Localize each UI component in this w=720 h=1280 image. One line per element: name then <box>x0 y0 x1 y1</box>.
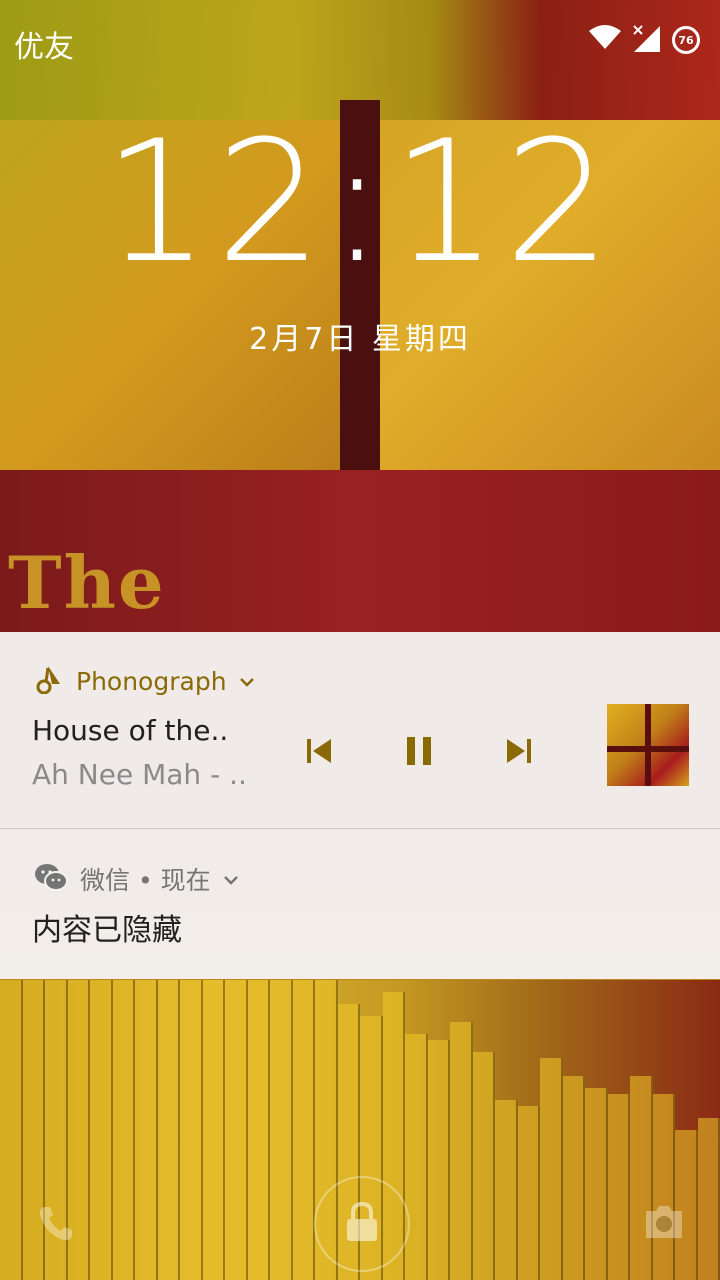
visualizer-bar <box>202 980 225 1280</box>
pause-icon[interactable] <box>402 734 436 768</box>
lockscreen: The 优友 76 12:12 2月7日 星期四 Phonograph Hous… <box>0 0 720 1280</box>
visualizer-bar <box>607 1094 630 1280</box>
media-controls <box>302 734 536 768</box>
visualizer-bar <box>157 980 180 1280</box>
status-bar: 优友 76 <box>0 0 720 80</box>
visualizer-bar <box>472 1052 495 1280</box>
lockscreen-clock: 12:12 <box>102 104 618 300</box>
next-icon[interactable] <box>502 734 536 768</box>
visualizer-bar <box>517 1106 540 1280</box>
visualizer-bar <box>495 1100 518 1280</box>
chevron-down-icon[interactable] <box>239 672 255 691</box>
visualizer-bar <box>697 1118 720 1280</box>
visualizer-bar <box>225 980 248 1280</box>
wechat-message: 内容已隐藏 <box>32 913 182 948</box>
chevron-down-icon[interactable] <box>223 870 239 889</box>
status-icons: 76 <box>588 24 700 56</box>
visualizer-bar <box>112 980 135 1280</box>
visualizer-bar <box>135 980 158 1280</box>
visualizer-bar <box>540 1058 563 1280</box>
wifi-icon <box>588 25 622 55</box>
visualizer-bar <box>652 1094 675 1280</box>
battery-icon: 76 <box>672 26 700 54</box>
visualizer-bar <box>0 980 23 1280</box>
phonograph-icon <box>34 664 64 698</box>
album-art[interactable] <box>607 704 689 786</box>
wechat-app-header: 微信 • 现在 <box>34 861 239 897</box>
visualizer-bar <box>292 980 315 1280</box>
visualizer-bar <box>562 1076 585 1280</box>
signal-icon <box>632 24 662 56</box>
wechat-icon <box>34 862 68 896</box>
track-artist: Ah Nee Mah - .. <box>32 758 247 791</box>
track-title: House of the.. <box>32 714 229 747</box>
lockscreen-date: 2月7日 星期四 <box>249 322 471 357</box>
visualizer-bar <box>405 1034 428 1280</box>
visualizer-bar <box>450 1022 473 1280</box>
lock-icon <box>344 1201 380 1247</box>
camera-icon[interactable] <box>642 1203 686 1245</box>
visualizer-bar <box>90 980 113 1280</box>
media-app-header: Phonograph <box>34 664 255 698</box>
visualizer-bar <box>427 1040 450 1280</box>
visualizer-bar <box>630 1076 653 1280</box>
media-app-name: Phonograph <box>76 666 227 696</box>
lock-button[interactable] <box>314 1176 410 1272</box>
visualizer-bar <box>180 980 203 1280</box>
phone-icon[interactable] <box>36 1203 76 1247</box>
wechat-notification[interactable]: 微信 • 现在 内容已隐藏 <box>0 829 720 979</box>
wallpaper-art-text: The <box>8 540 166 625</box>
visualizer-bar <box>585 1088 608 1280</box>
visualizer-bar <box>247 980 270 1280</box>
previous-icon[interactable] <box>302 734 336 768</box>
carrier-label: 优友 <box>14 30 74 65</box>
wechat-app-label: 微信 • 现在 <box>80 866 211 895</box>
media-notification[interactable]: Phonograph House of the.. Ah Nee Mah - .… <box>0 632 720 829</box>
visualizer-bar <box>270 980 293 1280</box>
